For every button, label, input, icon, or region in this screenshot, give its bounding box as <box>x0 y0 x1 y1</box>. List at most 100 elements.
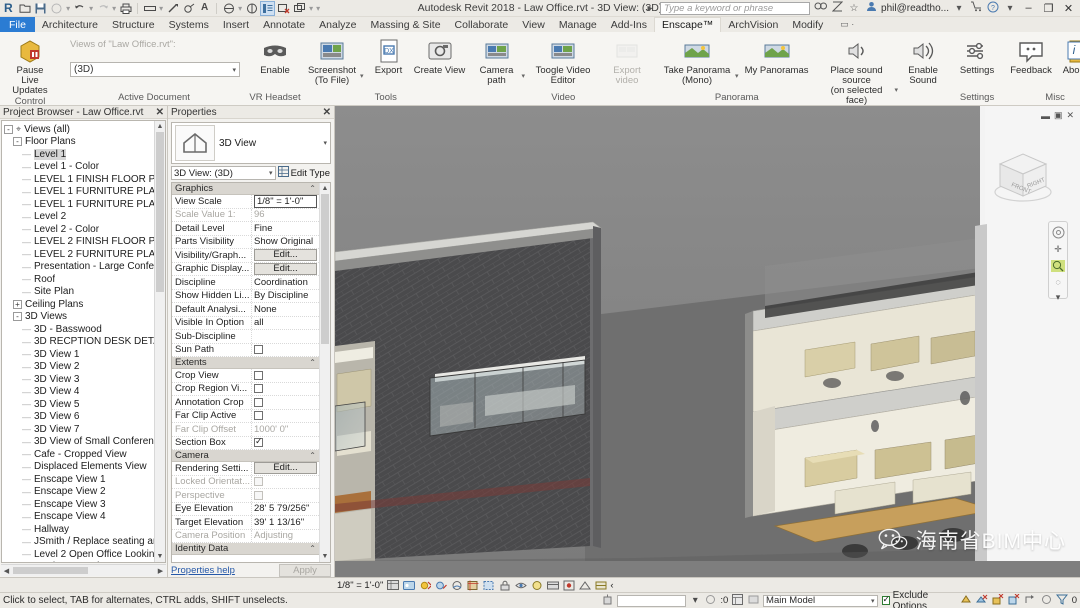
account-name[interactable]: phil@readtho... <box>881 3 949 14</box>
project-browser-node[interactable]: — Enscape View 4 <box>2 511 165 524</box>
project-browser-node[interactable]: — LEVEL 1 FURNITURE PLAN <box>2 186 165 199</box>
close-icon[interactable]: ✕ <box>323 107 331 118</box>
properties-group-header[interactable]: Camera ⌃ <box>172 450 319 462</box>
project-browser-node[interactable]: —3D View 6 <box>2 411 165 424</box>
ribbon-tab-enscape[interactable]: Enscape™ <box>653 17 722 32</box>
reveal-constraints-icon[interactable] <box>594 579 607 592</box>
view-scale-label[interactable]: 1/8" = 1'-0" <box>337 580 383 591</box>
property-checkbox[interactable] <box>254 397 263 407</box>
property-checkbox[interactable] <box>254 370 263 380</box>
close-hidden-windows-icon[interactable] <box>276 1 291 16</box>
type-selector[interactable]: 3D View ▾ <box>171 122 331 164</box>
property-row[interactable]: Crop View <box>172 369 319 383</box>
ribbon-button-create-view[interactable]: Create View <box>414 36 466 76</box>
scroll-down-icon[interactable]: ▼ <box>320 551 330 562</box>
properties-grid[interactable]: Graphics ⌃ View Scale 1/8" = 1'-0" Scale Val… <box>171 182 331 563</box>
visual-style-icon[interactable] <box>402 579 415 592</box>
close-button[interactable]: ✕ <box>1060 2 1077 15</box>
property-value-cell[interactable] <box>251 343 319 356</box>
pan-icon[interactable]: ✛ <box>1051 244 1065 255</box>
close-view-icon[interactable]: ✕ <box>1066 110 1074 121</box>
project-browser-vertical-scrollbar[interactable]: ▲ ▼ <box>154 121 165 562</box>
ribbon-button-enable-sound[interactable]: Enable Sound <box>900 36 946 86</box>
exclude-options-checkbox[interactable]: Exclude Options <box>881 590 956 608</box>
project-browser-node[interactable]: —3D - Basswood <box>2 323 165 336</box>
orbit-icon[interactable]: ◌ <box>1051 277 1065 287</box>
drag-elements-on-selection-icon[interactable] <box>1024 594 1037 608</box>
chevron-down-icon[interactable]: ▾ <box>232 66 236 74</box>
quick-access-toolbar[interactable]: R ▾ ▾ ▾ ▾ A ▾ ▾ ▾ <box>0 0 321 16</box>
project-browser-node[interactable]: —3D View 2 <box>2 361 165 374</box>
ribbon-button-dropdown-icon[interactable]: ▾ <box>522 72 526 92</box>
property-row[interactable]: Sub-Discipline <box>172 330 319 344</box>
property-value-cell[interactable]: Show Original <box>251 235 319 248</box>
redo-history-dropdown-icon[interactable]: ▾ <box>111 4 117 13</box>
ribbon-tab-file[interactable]: File <box>0 17 35 32</box>
crop-view-icon[interactable] <box>466 579 479 592</box>
navigation-dropdown-icon[interactable]: ▾ <box>1051 292 1065 303</box>
tag-icon[interactable] <box>181 1 196 16</box>
ribbon-button-take-panorama-mono[interactable]: Take Panorama (Mono) <box>661 36 733 86</box>
select-links-icon[interactable] <box>960 594 973 608</box>
collapse-group-icon[interactable]: ⌃ <box>309 544 316 553</box>
properties-group-header[interactable]: Extents ⌃ <box>172 357 319 369</box>
chevron-down-icon[interactable]: ▾ <box>269 169 273 177</box>
lock-3d-view-icon[interactable] <box>498 579 511 592</box>
collapse-icon[interactable]: - <box>4 124 13 134</box>
ribbon-tab-systems[interactable]: Systems <box>162 17 216 32</box>
project-browser-node[interactable]: — Level 2 Open Office Looking <box>2 548 165 561</box>
ribbon-button-screenshot-to-file[interactable]: Screenshot (To File) <box>306 36 358 86</box>
open-icon[interactable] <box>17 1 32 16</box>
property-row[interactable]: Parts Visibility Show Original <box>172 235 319 249</box>
detail-level-icon[interactable] <box>386 579 399 592</box>
project-browser-node[interactable]: + Ceiling Plans <box>2 298 165 311</box>
active-document-combo[interactable]: (3D) ▾ <box>70 62 240 77</box>
project-browser-node[interactable]: — Roof <box>2 273 165 286</box>
ribbon-tab-archvision[interactable]: ArchVision <box>721 17 785 32</box>
restore-view-icon[interactable]: ▣ <box>1054 110 1063 121</box>
temporary-view-properties-icon[interactable] <box>562 579 575 592</box>
measure-icon[interactable] <box>142 1 157 16</box>
project-browser-node[interactable]: — Level 2 - Color <box>2 223 165 236</box>
property-value-cell[interactable] <box>251 409 319 422</box>
collapse-icon[interactable]: - <box>13 312 22 322</box>
project-browser-node[interactable]: — JSmith / Replace seating and <box>2 536 165 549</box>
rendering-dialog-icon[interactable] <box>450 579 463 592</box>
search-input[interactable]: Type a keyword or phrase <box>660 1 811 15</box>
ribbon-button-my-panoramas[interactable]: My Panoramas <box>741 36 813 76</box>
ribbon-tab-manage[interactable]: Manage <box>552 17 604 32</box>
show-crop-region-icon[interactable] <box>482 579 495 592</box>
project-browser-node[interactable]: - ⌖ Views (all) <box>2 123 165 136</box>
property-value-cell[interactable]: Edit... <box>251 462 319 475</box>
properties-grid-rows[interactable]: Graphics ⌃ View Scale 1/8" = 1'-0" Scale Val… <box>172 183 319 555</box>
chevron-down-icon[interactable]: ▾ <box>871 597 875 605</box>
property-row[interactable]: Visible In Option all <box>172 316 319 330</box>
project-browser-node[interactable]: — LEVEL 1 FURNITURE PLAN - L <box>2 198 165 211</box>
3d-viewport[interactable]: ▬ ▣ ✕ FRONT RIGHT ✛ ◌ ▾ 海南省BIM中心 <box>335 106 1080 577</box>
expand-icon[interactable]: + <box>13 299 22 309</box>
property-value-cell[interactable]: 39' 1 13/16" <box>251 516 319 529</box>
project-browser-node[interactable]: - Floor Plans <box>2 136 165 149</box>
property-value-cell[interactable]: Edit... <box>251 262 319 275</box>
minimize-button[interactable]: – <box>1020 2 1037 14</box>
property-checkbox[interactable] <box>254 384 263 394</box>
viewport-window-controls[interactable]: ▬ ▣ ✕ <box>1041 110 1074 121</box>
property-value-cell[interactable] <box>251 382 319 395</box>
property-value-cell[interactable]: None <box>251 303 319 316</box>
favorites-star-icon[interactable]: ☆ <box>847 3 861 14</box>
property-row[interactable]: Far Clip Active <box>172 409 319 423</box>
main-model-icon[interactable] <box>732 593 744 608</box>
project-browser-node[interactable]: —Mech Room View <box>2 561 165 562</box>
help-icon[interactable]: ? <box>986 1 1000 16</box>
collapse-icon[interactable]: - <box>13 137 22 147</box>
ribbon-button-settings[interactable]: Settings <box>954 36 1000 76</box>
scroll-up-icon[interactable]: ▲ <box>155 121 165 132</box>
project-browser-node[interactable]: —3D View 3 <box>2 373 165 386</box>
ribbon-tab-collaborate[interactable]: Collaborate <box>448 17 516 32</box>
property-edit-button[interactable]: Edit... <box>254 262 317 275</box>
undo-icon[interactable] <box>72 1 87 16</box>
filter-icon[interactable] <box>1056 594 1069 608</box>
property-value-cell[interactable]: 28' 5 79/256" <box>251 502 319 515</box>
property-edit-button[interactable]: Edit... <box>254 462 317 475</box>
select-underlay-elements-icon[interactable] <box>976 594 989 608</box>
